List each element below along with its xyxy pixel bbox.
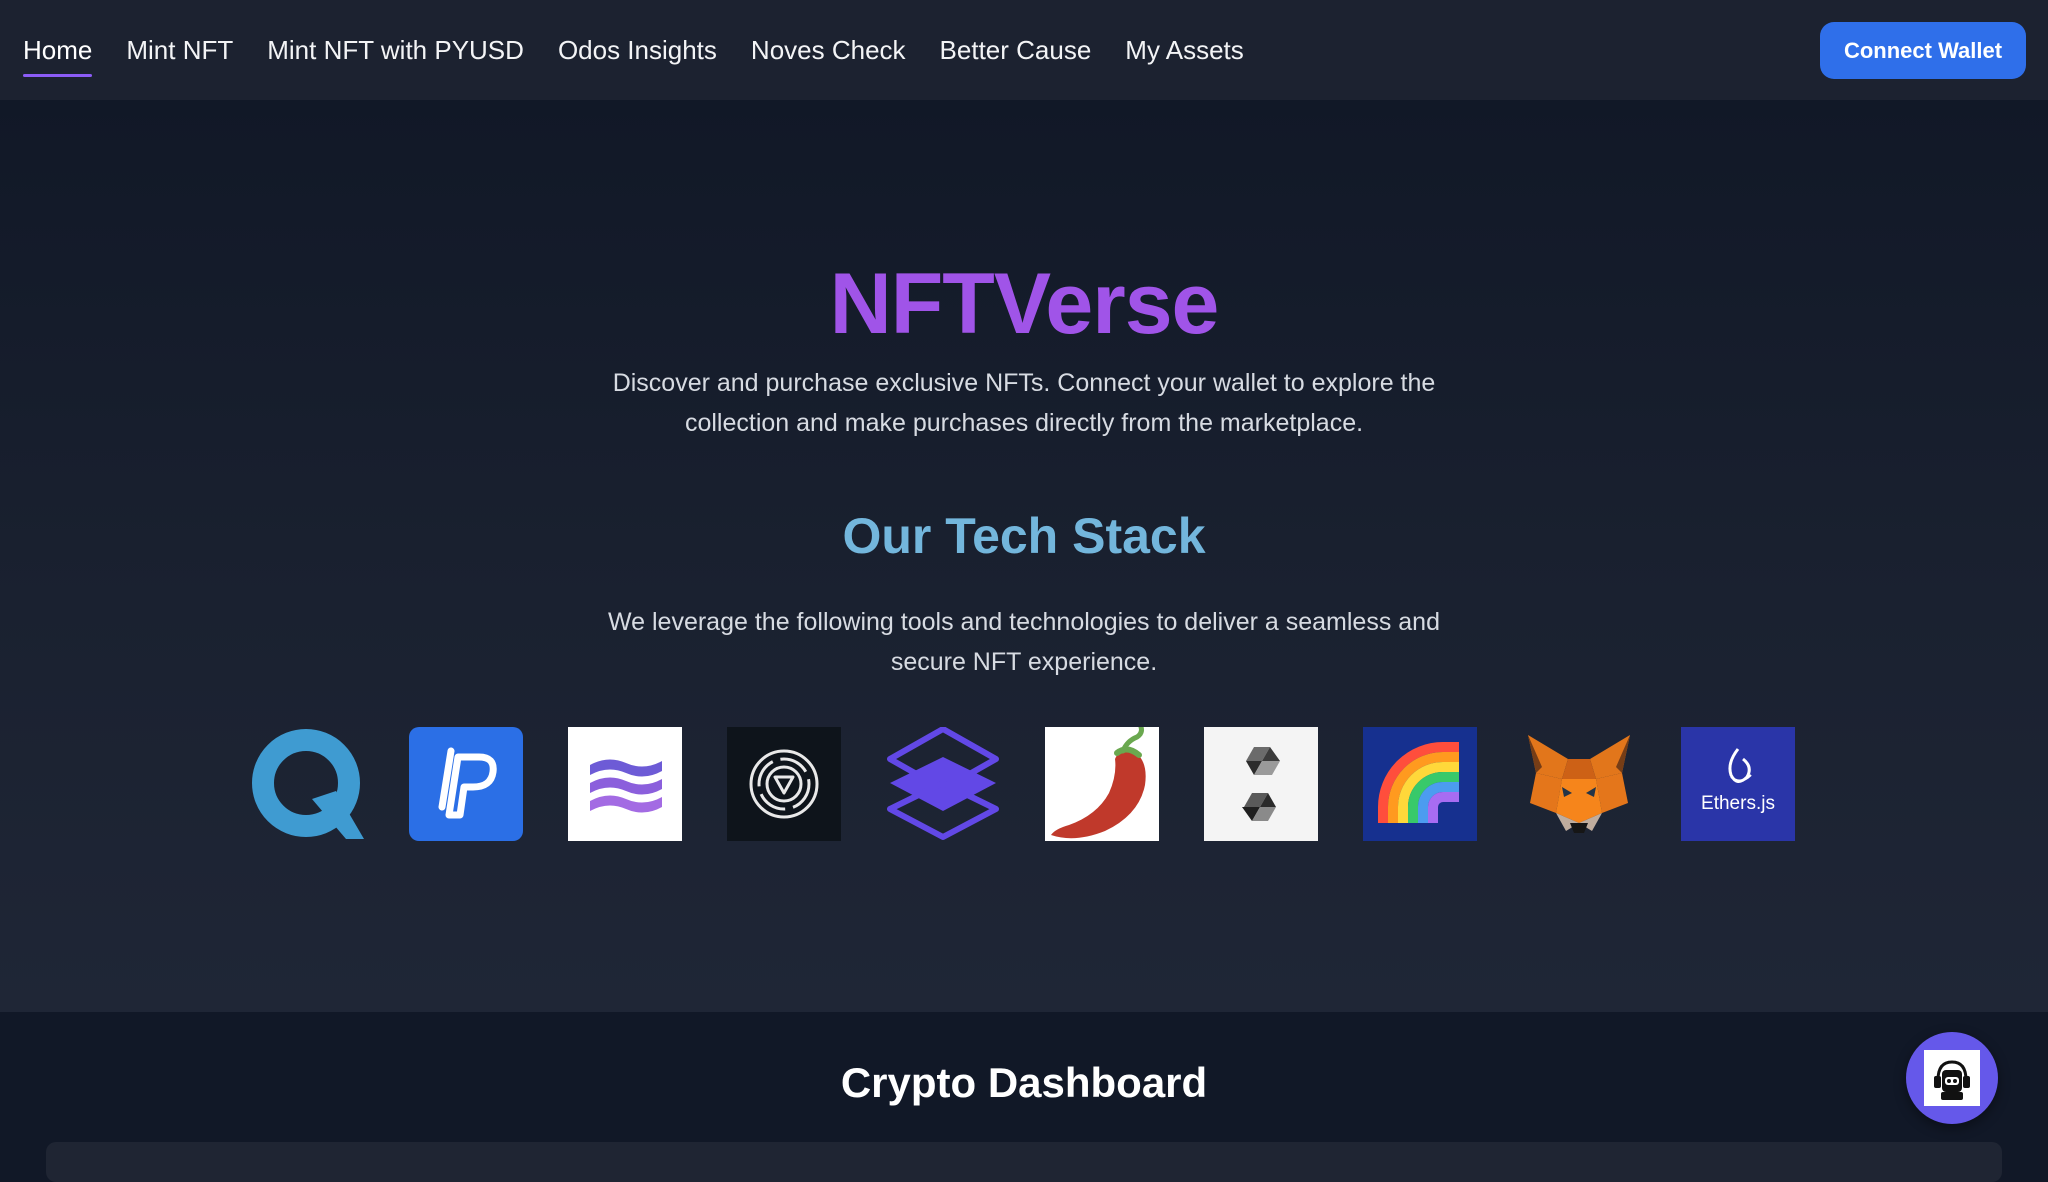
purple-layers-logo-icon: [886, 727, 1000, 841]
ethersjs-logo-icon: Ethers.js: [1681, 727, 1795, 841]
circular-v-logo-icon: [727, 727, 841, 841]
nav-item-noves-check[interactable]: Noves Check: [751, 37, 906, 63]
paypal-pyusd-logo-icon: [409, 727, 523, 841]
connect-wallet-button[interactable]: Connect Wallet: [1820, 22, 2026, 79]
nav-item-odos-insights[interactable]: Odos Insights: [558, 37, 717, 63]
wave-stripes-logo-icon: [568, 727, 682, 841]
nav-item-better-cause[interactable]: Better Cause: [940, 37, 1092, 63]
rainbow-logo-icon: [1363, 727, 1477, 841]
nav-links: Home Mint NFT Mint NFT with PYUSD Odos I…: [23, 0, 1278, 100]
hero-title: NFTVerse: [829, 256, 1220, 352]
chili-pepper-logo-icon: [1045, 727, 1159, 841]
solidity-logo-icon: [1204, 727, 1318, 841]
tech-stack-title: Our Tech Stack: [842, 508, 1206, 564]
chatbot-button[interactable]: [1906, 1032, 1998, 1124]
metamask-fox-logo-icon: [1522, 727, 1636, 841]
crypto-dashboard-section: Crypto Dashboard: [0, 1012, 2048, 1182]
hero-description: Discover and purchase exclusive NFTs. Co…: [612, 369, 1436, 437]
nav-item-mint-nft-pyusd[interactable]: Mint NFT with PYUSD: [267, 37, 524, 63]
robot-icon: [1924, 1050, 1980, 1106]
ethersjs-logo-text: Ethers.js: [1701, 793, 1775, 814]
nav-item-my-assets[interactable]: My Assets: [1125, 37, 1243, 63]
hero-section: NFTVerse Discover and purchase exclusive…: [0, 100, 2048, 1012]
dashboard-card: [46, 1142, 2002, 1182]
tech-logo-row: Ethers.js: [250, 727, 1795, 841]
nav-item-home[interactable]: Home: [23, 37, 93, 77]
nav-item-mint-nft[interactable]: Mint NFT: [126, 37, 233, 63]
quicknode-logo-icon: [250, 727, 364, 841]
top-navbar: Home Mint NFT Mint NFT with PYUSD Odos I…: [0, 0, 2048, 100]
tech-stack-description: We leverage the following tools and tech…: [608, 608, 1440, 676]
dashboard-title: Crypto Dashboard: [840, 1059, 1208, 1106]
